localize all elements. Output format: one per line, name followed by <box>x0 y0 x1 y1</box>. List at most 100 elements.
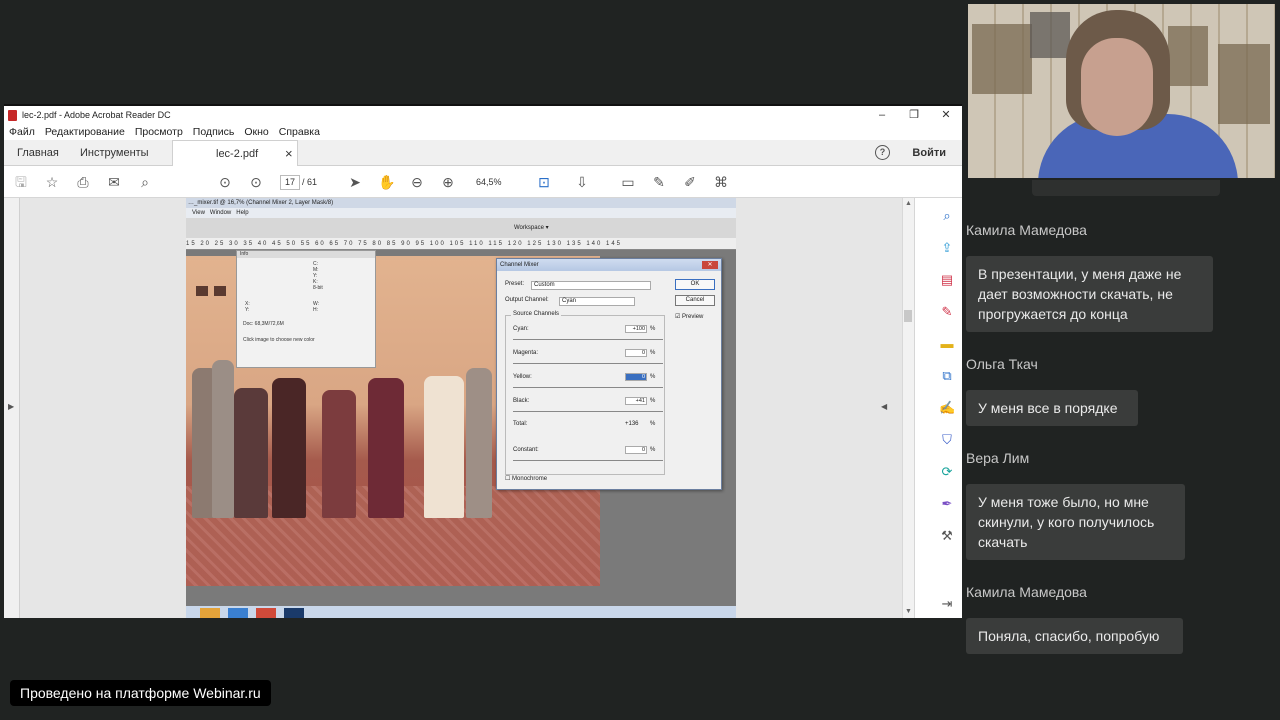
cm-preview-text: Preview <box>682 314 704 320</box>
taskbar-item <box>228 608 248 618</box>
tab-tools[interactable]: Инструменты <box>80 140 149 166</box>
tab-close-icon[interactable]: × <box>285 141 293 167</box>
tab-home[interactable]: Главная <box>17 140 59 166</box>
create-pdf-icon[interactable]: ▤ <box>939 272 955 288</box>
menu-window[interactable]: Окно <box>244 126 268 138</box>
menu-sign[interactable]: Подпись <box>193 126 235 138</box>
cm-cyan-slider <box>513 339 663 340</box>
scroll-up-icon[interactable]: ▲ <box>905 200 912 207</box>
page-total: / 61 <box>302 177 318 187</box>
ps-info-y2: Y: <box>245 307 250 313</box>
draw-icon[interactable]: ✐ <box>682 174 698 190</box>
send-for-review-icon[interactable]: ⟳ <box>939 464 955 480</box>
fit-page-icon[interactable]: ⊡ <box>536 174 552 190</box>
save-icon[interactable]: 🖫 <box>13 174 29 190</box>
ps-menu-window: Window <box>209 210 232 216</box>
cm-percent: % <box>650 374 656 380</box>
cm-percent: % <box>650 326 656 332</box>
window-title: lec-2.pdf - Adobe Acrobat Reader DC <box>22 110 171 120</box>
comment-icon[interactable]: ▭ <box>620 174 636 190</box>
bookmark-star-icon[interactable]: ☆ <box>44 174 60 190</box>
zoom-level-dropdown[interactable]: 64,5% <box>470 175 520 190</box>
cm-monochrome-text: Monochrome <box>512 476 548 482</box>
cm-yellow-label: Yellow: <box>513 374 532 380</box>
collapse-right-icon[interactable]: ◀ <box>881 402 887 411</box>
highlight-pen-icon[interactable]: ✎ <box>651 174 667 190</box>
chat-message-stub <box>1032 180 1220 196</box>
cm-total-label: Total: <box>513 421 528 427</box>
comment-tool-icon[interactable]: ▬ <box>939 336 955 352</box>
prev-page-icon[interactable]: ⊙ <box>217 174 233 190</box>
print-icon[interactable]: ⎙ <box>75 174 91 190</box>
fill-sign-tool-icon[interactable]: ✍ <box>939 400 955 416</box>
ps-info-hint: Click image to choose new color <box>243 337 315 343</box>
wall-picture <box>1218 44 1270 124</box>
signin-button[interactable]: Войти <box>912 140 946 166</box>
scroll-down-icon[interactable]: ▼ <box>905 608 912 615</box>
left-panel-toggle[interactable]: ▶ <box>4 198 20 618</box>
export-pdf-icon[interactable]: ⇪ <box>939 240 955 256</box>
person <box>212 360 234 518</box>
menu-file[interactable]: Файл <box>9 126 35 138</box>
edit-pdf-icon[interactable]: ✎ <box>939 304 955 320</box>
email-icon[interactable]: ✉ <box>106 174 122 190</box>
close-window-button[interactable]: ✕ <box>930 106 962 124</box>
cm-magenta-label: Magenta: <box>513 350 539 356</box>
restore-button[interactable]: ❐ <box>898 106 930 124</box>
expand-left-icon[interactable]: ▶ <box>8 402 14 411</box>
person <box>424 376 464 518</box>
cm-output-value: Cyan <box>559 297 635 306</box>
cm-title: Channel Mixer <box>497 259 721 271</box>
person <box>322 390 356 518</box>
menu-view[interactable]: Просмотр <box>135 126 183 138</box>
wall-picture <box>1168 26 1208 86</box>
cm-close-icon: ✕ <box>702 261 718 269</box>
page-number-input[interactable]: 17 <box>280 175 300 190</box>
cm-preset-label: Preset: <box>505 281 525 287</box>
select-cursor-icon[interactable]: ➤ <box>347 174 363 190</box>
menu-help[interactable]: Справка <box>279 126 320 138</box>
cm-percent: % <box>650 398 656 404</box>
cm-magenta-value: 0 <box>625 349 647 357</box>
cm-output-label: Output Channel: <box>505 297 549 303</box>
ps-info-doc: Doc: 68,3M/72,6M <box>243 321 284 327</box>
hand-tool-icon[interactable]: ✋ <box>378 174 395 190</box>
next-page-icon[interactable]: ⊙ <box>248 174 264 190</box>
chat-author: Ольга Ткач <box>966 356 1038 372</box>
cm-constant-value: 0 <box>625 446 647 454</box>
chat-author: Камила Мамедова <box>966 222 1087 238</box>
more-tools-icon[interactable]: ⚒ <box>939 528 955 544</box>
protect-icon[interactable]: ⛉ <box>939 432 955 448</box>
taskbar-item <box>284 608 304 618</box>
zoom-in-icon[interactable]: ⊕ <box>440 174 456 190</box>
cm-constant-slider <box>513 460 663 461</box>
signature-tool-icon[interactable]: ✒ <box>939 496 955 512</box>
scroll-mode-icon[interactable]: ⇩ <box>574 174 590 190</box>
ps-info-title: Info <box>237 251 375 258</box>
chat-author: Камила Мамедова <box>966 584 1087 600</box>
wall-decor <box>214 286 226 296</box>
tab-document-label: lec-2.pdf <box>216 148 259 160</box>
menu-bar: Файл Редактирование Просмотр Подпись Окн… <box>4 124 962 140</box>
help-icon[interactable]: ? <box>875 145 890 160</box>
tab-document[interactable]: lec-2.pdf × <box>172 140 298 167</box>
cm-preview-label: ☑ Preview <box>675 314 704 320</box>
fill-sign-icon[interactable]: ⌘ <box>713 174 729 190</box>
combine-files-icon[interactable]: ⧉ <box>939 368 955 384</box>
collapse-pane-icon[interactable]: ⇥ <box>939 596 955 612</box>
speaker-webcam <box>968 4 1275 178</box>
cm-cancel-button: Cancel <box>675 295 715 306</box>
minimize-button[interactable]: – <box>866 106 898 124</box>
scroll-thumb[interactable] <box>904 310 912 322</box>
platform-badge[interactable]: Проведено на платформе Webinar.ru <box>10 680 271 706</box>
person <box>272 378 306 518</box>
ps-menu: View Window Help <box>186 208 736 218</box>
chat-message: У меня тоже было, но мне скинули, у кого… <box>966 484 1185 560</box>
ps-title: …_mixer.tif @ 16,7% (Channel Mixer 2, La… <box>186 198 736 208</box>
zoom-out-icon[interactable]: ⊖ <box>409 174 425 190</box>
menu-edit[interactable]: Редактирование <box>45 126 125 138</box>
search-icon[interactable]: ⌕ <box>137 174 153 190</box>
vertical-scrollbar[interactable]: ▲ ▼ ◀ <box>881 198 914 618</box>
search-tool-icon[interactable]: ⌕ <box>939 208 955 224</box>
cm-constant-label: Constant: <box>513 447 539 453</box>
